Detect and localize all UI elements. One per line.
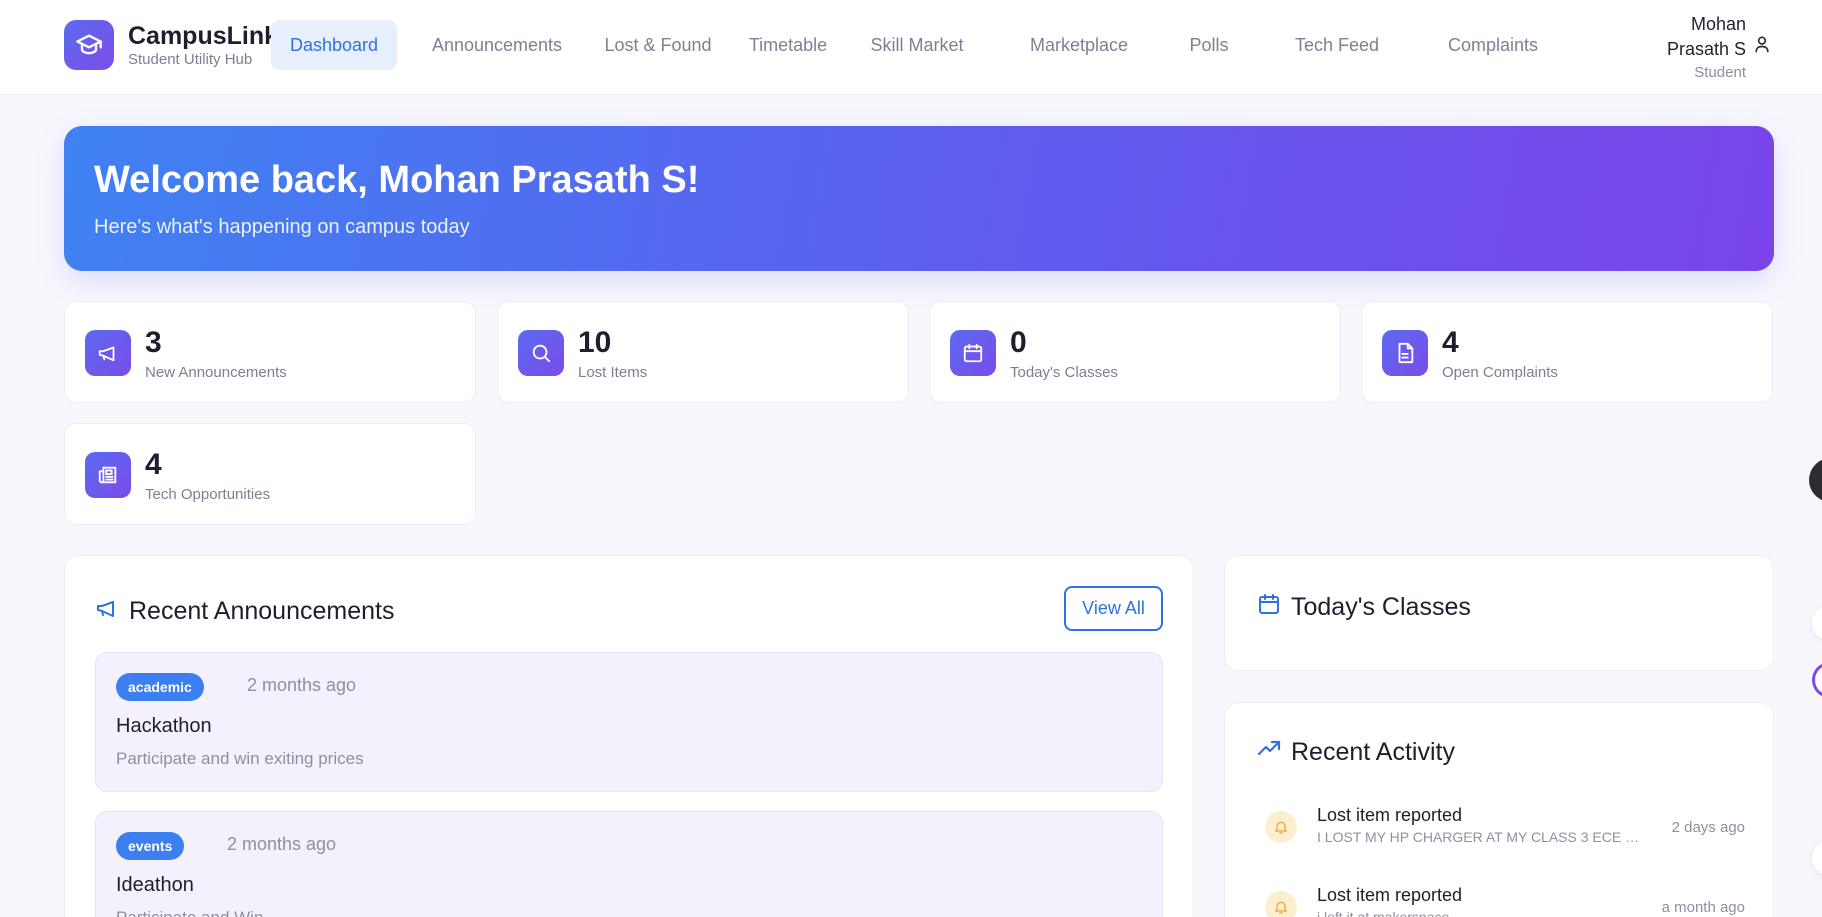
stat-card-lost-items[interactable]: 10 Lost Items	[497, 301, 909, 403]
nav-skill-market[interactable]: Skill Market	[865, 20, 969, 70]
announcement-description: Participate and win exiting prices	[116, 749, 364, 768]
brand[interactable]: CampusLink Student Utility Hub	[64, 20, 278, 70]
activity-item[interactable]: Lost item reported I LOST MY HP CHARGER …	[1255, 801, 1745, 861]
announcement-title: Ideathon	[116, 874, 194, 896]
user-menu[interactable]: Mohan Prasath S Student	[1667, 12, 1746, 84]
panel-header: Recent Announcements	[95, 596, 394, 627]
nav-announcements[interactable]: Announcements	[422, 20, 572, 70]
nav-complaints[interactable]: Complaints	[1443, 20, 1543, 70]
stat-value: 4	[1442, 326, 1459, 359]
user-icon[interactable]	[1752, 34, 1772, 59]
activity-description: I LOST MY HP CHARGER AT MY CLASS 3 ECE C…	[1317, 829, 1647, 845]
recent-activity-panel: Recent Activity Lost item reported I LOS…	[1224, 702, 1774, 917]
calendar-icon	[1257, 592, 1291, 623]
nav-lost-found[interactable]: Lost & Found	[595, 20, 721, 70]
stat-value: 0	[1010, 326, 1027, 359]
bell-icon	[1265, 891, 1297, 917]
floating-side-button[interactable]	[1812, 606, 1822, 640]
stat-card-open-complaints[interactable]: 4 Open Complaints	[1361, 301, 1773, 403]
activity-time: 2 days ago	[1671, 819, 1745, 836]
category-badge: events	[116, 832, 185, 860]
stat-card-tech-opportunities[interactable]: 4 Tech Opportunities	[64, 423, 476, 525]
document-icon	[1382, 330, 1428, 376]
bell-icon	[1265, 811, 1297, 843]
activity-title: Lost item reported	[1317, 805, 1463, 825]
newspaper-icon	[85, 452, 131, 498]
welcome-banner: Welcome back, Mohan Prasath S! Here's wh…	[64, 126, 1774, 271]
nav-polls[interactable]: Polls	[1185, 20, 1233, 70]
panel-title: Today's Classes	[1291, 593, 1471, 621]
stat-label: Lost Items	[578, 364, 648, 381]
user-name-last: Prasath S	[1666, 39, 1746, 59]
panel-title: Recent Announcements	[129, 597, 395, 625]
activity-item[interactable]: Lost item reported i left it at makerspa…	[1255, 881, 1745, 917]
stat-value: 4	[145, 448, 162, 481]
stat-label: Open Complaints	[1442, 364, 1558, 381]
floating-widget-button[interactable]	[1809, 458, 1822, 502]
welcome-subtitle: Here's what's happening on campus today	[94, 216, 470, 238]
stat-value: 3	[145, 326, 162, 359]
graduation-cap-icon	[64, 20, 114, 70]
nav-dashboard[interactable]: Dashboard	[271, 20, 397, 70]
recent-announcements-panel: Recent Announcements View All academic 2…	[64, 555, 1194, 917]
stat-value: 10	[578, 326, 612, 359]
panel-title: Recent Activity	[1291, 738, 1455, 766]
megaphone-icon	[95, 596, 129, 627]
app-name: CampusLink	[128, 22, 279, 50]
announcement-card[interactable]: events 2 months ago Ideathon Participate…	[95, 811, 1163, 917]
top-navbar: CampusLink Student Utility Hub Dashboard…	[0, 0, 1822, 95]
todays-classes-panel: Today's Classes	[1224, 555, 1774, 671]
floating-side-button[interactable]	[1812, 662, 1822, 698]
announcement-title: Hackathon	[116, 715, 212, 737]
welcome-title: Welcome back, Mohan Prasath S!	[94, 159, 700, 201]
view-all-button[interactable]: View All	[1064, 586, 1163, 631]
user-role: Student	[1694, 64, 1746, 81]
stat-card-todays-classes[interactable]: 0 Today's Classes	[929, 301, 1341, 403]
activity-time: a month ago	[1661, 899, 1745, 916]
nav-marketplace[interactable]: Marketplace	[1027, 20, 1131, 70]
search-icon	[518, 330, 564, 376]
nav-tech-feed[interactable]: Tech Feed	[1291, 20, 1383, 70]
announcement-time: 2 months ago	[227, 834, 337, 854]
announcement-card[interactable]: academic 2 months ago Hackathon Particip…	[95, 652, 1163, 792]
app-subtitle: Student Utility Hub	[128, 51, 253, 68]
calendar-icon	[950, 330, 996, 376]
panel-header: Recent Activity	[1257, 737, 1455, 768]
stat-label: Tech Opportunities	[145, 486, 271, 503]
megaphone-icon	[85, 330, 131, 376]
stat-label: Today's Classes	[1010, 364, 1118, 381]
trending-up-icon	[1257, 737, 1291, 768]
main-nav: Dashboard Announcements Lost & Found Tim…	[271, 20, 1543, 70]
activity-title: Lost item reported	[1317, 885, 1463, 905]
stat-label: New Announcements	[145, 364, 287, 381]
panel-header: Today's Classes	[1257, 592, 1471, 623]
stat-card-announcements[interactable]: 3 New Announcements	[64, 301, 476, 403]
user-name-first: Mohan	[1690, 14, 1746, 34]
activity-description: i left it at makerspace	[1317, 909, 1450, 917]
category-badge: academic	[116, 673, 204, 701]
nav-timetable[interactable]: Timetable	[744, 20, 832, 70]
announcement-description: Participate and Win	[116, 908, 263, 917]
announcement-time: 2 months ago	[247, 675, 357, 695]
floating-side-button[interactable]	[1812, 840, 1822, 876]
